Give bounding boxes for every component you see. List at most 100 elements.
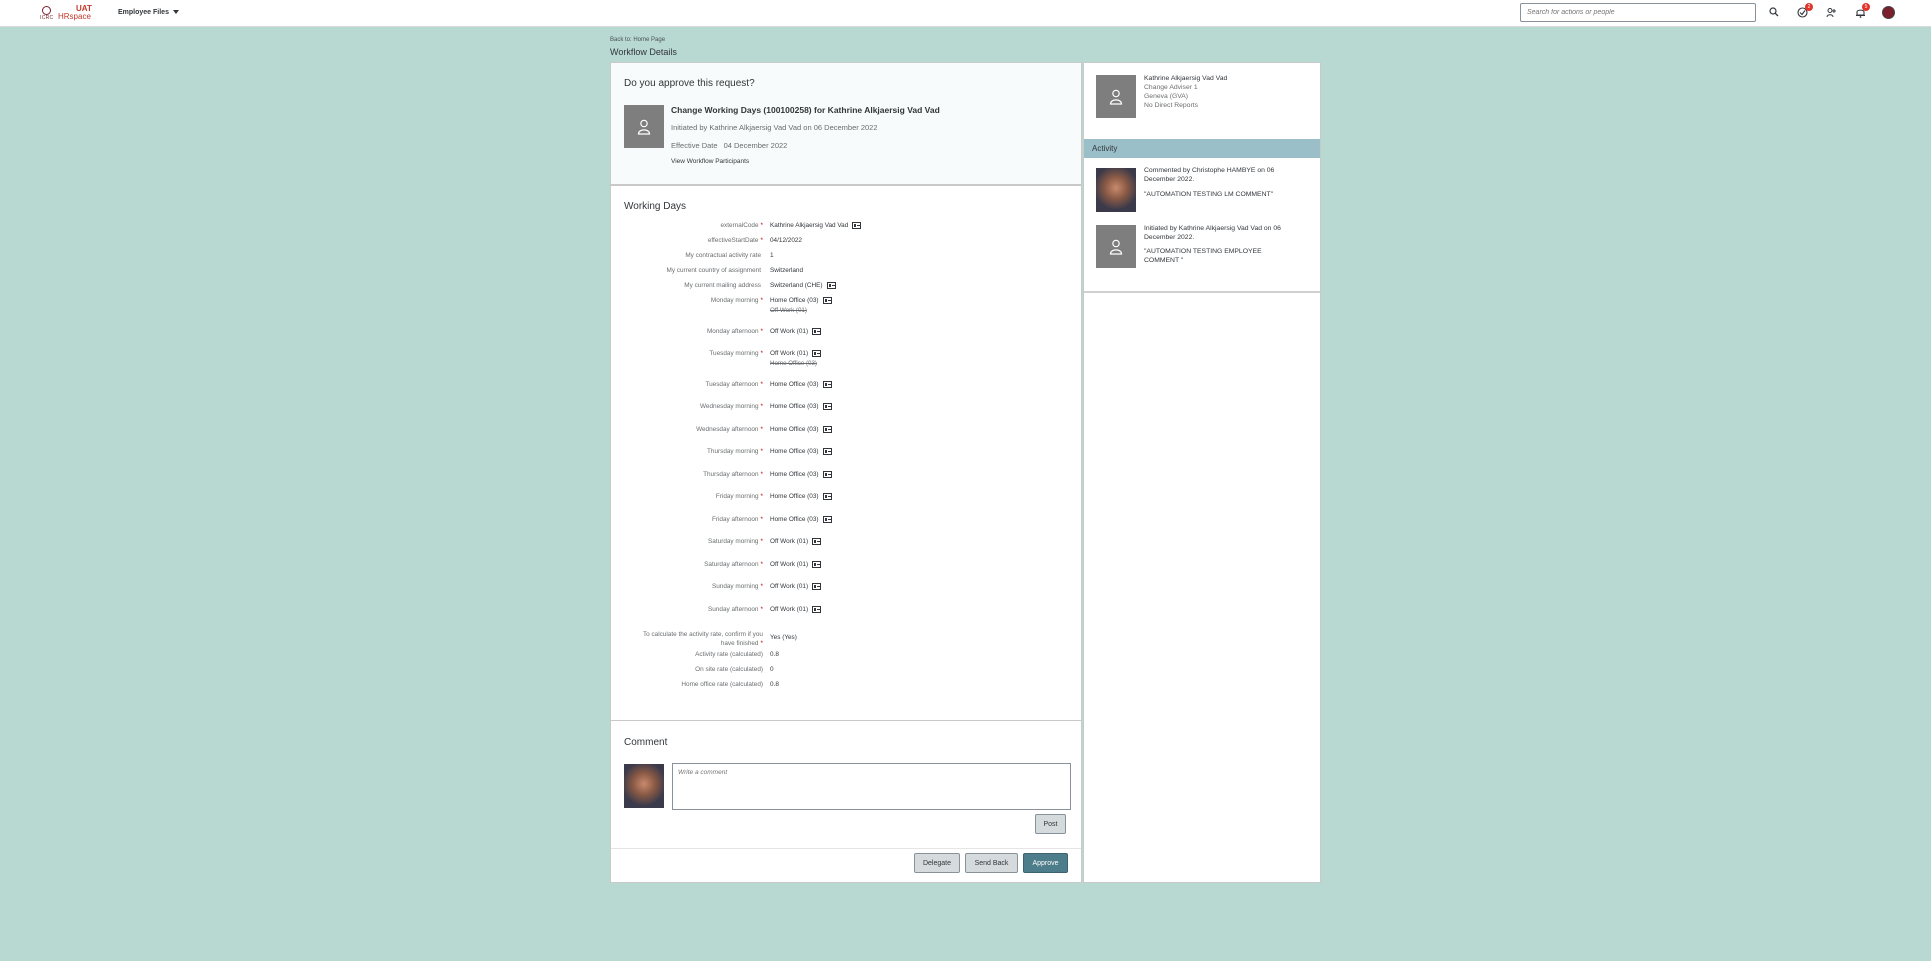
subject-position: Change Adviser 1 — [1144, 84, 1198, 91]
field-value: Home Office (03) — [770, 297, 832, 304]
top-bar: ICRC UAT HRspace Employee Files 2 5 — [0, 0, 1931, 27]
activity-item-text: Commented by Christophe HAMBYE on 06 Dece… — [1144, 167, 1309, 184]
history-icon[interactable] — [822, 426, 832, 433]
history-icon[interactable] — [812, 583, 822, 590]
section-title: Working Days — [624, 201, 687, 212]
history-icon[interactable] — [812, 606, 822, 613]
history-icon[interactable] — [812, 328, 822, 335]
approve-button[interactable]: Approve — [1023, 853, 1068, 873]
field-value: 0.8 — [770, 651, 779, 658]
field-label-text: Sunday morning — [711, 583, 759, 590]
field-label: My current mailing address — [684, 282, 763, 289]
view-participants-link[interactable]: View Workflow Participants — [671, 158, 749, 165]
field-label: Saturday afternoon * — [704, 561, 763, 568]
activity-quote: "AUTOMATION TESTING LM COMMENT" — [1144, 191, 1274, 198]
history-icon[interactable] — [822, 297, 832, 304]
field-label-text: Tuesday morning — [709, 350, 759, 357]
field-label: My current country of assignment — [667, 267, 763, 274]
required-marker: * — [760, 448, 764, 455]
history-icon[interactable] — [826, 282, 836, 289]
field-label: Wednesday afternoon * — [696, 426, 763, 433]
activity-item-text: Initiated by Kathrine Alkjaersig Vad Vad… — [1144, 225, 1309, 242]
field-label-text: Saturday afternoon — [704, 561, 759, 568]
field-value: Home Office (03) — [770, 426, 832, 433]
field-label: Friday morning * — [716, 493, 763, 500]
history-icon[interactable] — [812, 350, 822, 357]
field-value: Home Office (03) — [770, 471, 832, 478]
comment-card: Comment Post Delegate Send Back Approve — [610, 720, 1082, 883]
history-icon[interactable] — [822, 403, 832, 410]
field-label-text: have finished — [720, 639, 759, 647]
field-label-text: My contractual activity rate — [685, 252, 761, 259]
field-value: Switzerland (CHE) — [770, 282, 836, 289]
field-label-text: My current country of assignment — [666, 267, 761, 274]
field-label-text: To calculate the activity rate, confirm … — [642, 631, 763, 638]
field-label-text: Wednesday morning — [700, 403, 759, 410]
activity-quote-line: COMMENT " — [1144, 256, 1184, 264]
logo-org-text: ICRC — [40, 15, 54, 21]
field-value-text: Off Work (01) — [770, 583, 809, 591]
send-back-button[interactable]: Send Back — [965, 853, 1018, 873]
required-marker: * — [760, 538, 764, 545]
field-value-text: Home Office (03) — [770, 381, 819, 389]
field-label: Tuesday afternoon * — [705, 381, 763, 388]
notifications-badge: 5 — [1862, 3, 1870, 11]
search-icon[interactable] — [1768, 6, 1780, 18]
people-icon[interactable] — [1825, 6, 1837, 18]
field-value: 04/12/2022 — [770, 237, 802, 244]
required-marker: * — [760, 237, 764, 244]
field-label-text: Thursday afternoon — [703, 471, 759, 478]
field-value: Off Work (01) — [770, 328, 822, 335]
field-value-text: Home Office (03) — [770, 403, 819, 411]
field-label-text: Tuesday afternoon — [705, 381, 759, 388]
activity-line: Commented by Christophe HAMBYE on 06 — [1144, 167, 1275, 174]
field-value: Off Work (01) — [770, 538, 822, 545]
post-button[interactable]: Post — [1035, 814, 1066, 834]
history-icon[interactable] — [812, 561, 822, 568]
logo-icon[interactable] — [42, 6, 51, 15]
field-label: To calculate the activity rate, confirm … — [643, 631, 763, 648]
field-value: Home Office (03) — [770, 516, 832, 523]
subject-name[interactable]: Kathrine Alkjaersig Vad Vad — [1144, 75, 1227, 82]
required-marker: * — [760, 639, 764, 647]
person-placeholder-icon — [1096, 225, 1136, 268]
field-value-text: Home Office (03) — [770, 493, 819, 501]
history-icon[interactable] — [852, 222, 862, 229]
activity-line: December 2022. — [1144, 233, 1195, 241]
history-icon[interactable] — [822, 381, 832, 388]
history-icon[interactable] — [822, 493, 832, 500]
field-value: Home Office (03) — [770, 448, 832, 455]
history-icon[interactable] — [822, 471, 832, 478]
field-value-text: Switzerland — [770, 267, 804, 274]
request-title: Change Working Days (100100258) for Kath… — [671, 105, 940, 115]
previous-value: Off Work (01) — [770, 307, 807, 314]
required-marker: * — [760, 493, 764, 500]
required-marker: * — [760, 350, 764, 357]
field-label-text: Monday morning — [710, 297, 759, 304]
search-input[interactable] — [1520, 3, 1756, 22]
back-link[interactable]: Back to: Home Page — [610, 37, 665, 43]
delegate-button[interactable]: Delegate — [914, 853, 960, 873]
history-icon[interactable] — [812, 538, 822, 545]
required-marker: * — [760, 297, 764, 304]
comment-input[interactable] — [672, 763, 1071, 810]
approval-question: Do you approve this request? — [624, 78, 755, 89]
required-marker: * — [760, 561, 764, 568]
user-avatar[interactable] — [1882, 6, 1895, 19]
field-value-text: 04/12/2022 — [770, 237, 802, 244]
history-icon[interactable] — [822, 516, 832, 523]
history-icon[interactable] — [822, 448, 832, 455]
previous-value: Home Office (03) — [770, 360, 817, 367]
activity-quote: "AUTOMATION TESTING EMPLOYEE COMMENT " — [1144, 248, 1309, 265]
field-label: Tuesday morning * — [709, 350, 763, 357]
field-label-text: Wednesday afternoon — [696, 426, 759, 433]
field-label: Saturday morning * — [708, 538, 763, 545]
required-marker: * — [760, 516, 764, 523]
field-value: Home Office (03) — [770, 381, 832, 388]
module-menu-button[interactable]: Employee Files — [118, 9, 179, 16]
field-label-text: Sunday afternoon — [708, 606, 759, 613]
commenter-photo — [1096, 168, 1136, 212]
field-label: effectiveStartDate * — [708, 237, 763, 244]
field-label: Wednesday morning * — [700, 403, 763, 410]
field-value: 0 — [770, 666, 774, 673]
